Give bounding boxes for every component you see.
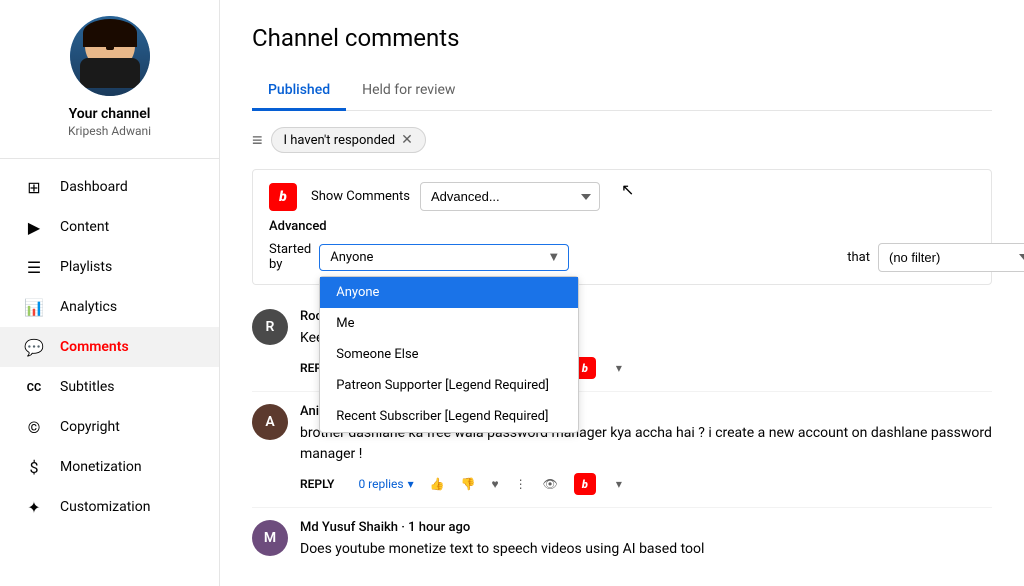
started-by-dropdown-trigger[interactable]: Anyone ▼	[319, 244, 569, 271]
analytics-icon: 📊	[24, 297, 44, 317]
comment-meta: Md Yusuf Shaikh · 1 hour ago	[300, 520, 992, 535]
started-by-label: Started by	[269, 242, 311, 272]
dropdown-option-someone-else[interactable]: Someone Else	[320, 339, 578, 370]
dropdown-section: b Show Comments Advanced... All comments…	[252, 169, 992, 285]
dropdown-chevron-icon: ▼	[547, 249, 560, 265]
sidebar-item-content[interactable]: ▶ Content	[0, 207, 219, 247]
sidebar-item-subtitles[interactable]: CC Subtitles	[0, 367, 219, 407]
tab-published[interactable]: Published	[252, 72, 346, 111]
sidebar: Your channel Kripesh Adwani ⊞ Dashboard …	[0, 0, 220, 586]
monetization-icon: $	[24, 457, 44, 477]
chevron-icon: ▾	[616, 477, 622, 491]
dropdown-option-anyone[interactable]: Anyone	[320, 277, 578, 308]
sidebar-item-customization[interactable]: ✦ Customization	[0, 487, 219, 527]
dropdown-selected-value: Anyone	[330, 250, 373, 265]
dropdown-option-me[interactable]: Me	[320, 308, 578, 339]
copyright-icon: ©	[24, 417, 44, 437]
show-comments-select[interactable]: Advanced... All comments	[420, 182, 600, 211]
avatar: M	[252, 520, 288, 556]
b-action-icon[interactable]: b	[574, 473, 596, 495]
sidebar-label-content: Content	[60, 219, 109, 235]
show-comments-row: b Show Comments Advanced... All comments	[269, 182, 975, 211]
reply-button[interactable]: REPLY	[300, 477, 334, 491]
show-comments-label: Show Comments	[311, 189, 410, 204]
filter1-label: that	[847, 250, 870, 265]
sidebar-label-subtitles: Subtitles	[60, 379, 115, 395]
avatar	[70, 16, 150, 96]
filters-row: ≡ I haven't responded ✕	[252, 127, 992, 153]
sidebar-label-comments: Comments	[60, 339, 129, 355]
replies-count[interactable]: 0 replies ▾	[358, 477, 413, 491]
sidebar-label-monetization: Monetization	[60, 459, 142, 475]
customization-icon: ✦	[24, 497, 44, 517]
avatar: R	[252, 309, 288, 345]
comments-icon: 💬	[24, 337, 44, 357]
sidebar-item-monetization[interactable]: $ Monetization	[0, 447, 219, 487]
sidebar-item-copyright[interactable]: © Copyright	[0, 407, 219, 447]
filter1-select[interactable]: (no filter)	[878, 243, 1024, 272]
dropdown-option-recent-sub[interactable]: Recent Subscriber [Legend Required]	[320, 401, 578, 432]
dashboard-icon: ⊞	[24, 177, 44, 197]
tab-held[interactable]: Held for review	[346, 72, 471, 111]
chevron-icon: ▾	[616, 361, 622, 375]
sidebar-label-playlists: Playlists	[60, 259, 112, 275]
sidebar-item-comments[interactable]: 💬 Comments	[0, 327, 219, 367]
playlists-icon: ☰	[24, 257, 44, 277]
sidebar-label-dashboard: Dashboard	[60, 179, 128, 195]
sidebar-item-dashboard[interactable]: ⊞ Dashboard	[0, 167, 219, 207]
sidebar-label-analytics: Analytics	[60, 299, 117, 315]
content-icon: ▶	[24, 217, 44, 237]
channel-subtitle: Kripesh Adwani	[68, 124, 151, 138]
b-logo: b	[269, 183, 297, 211]
sidebar-label-copyright: Copyright	[60, 419, 120, 435]
sidebar-item-analytics[interactable]: 📊 Analytics	[0, 287, 219, 327]
filter-chip-label: I haven't responded	[284, 133, 396, 148]
app-layout: Your channel Kripesh Adwani ⊞ Dashboard …	[0, 0, 1024, 586]
advanced-label: Advanced	[269, 219, 975, 234]
started-by-dropdown-container: Anyone ▼ Anyone Me Someone Else Patreon …	[319, 244, 569, 271]
dropdown-option-patreon[interactable]: Patreon Supporter [Legend Required]	[320, 370, 578, 401]
filter-chip[interactable]: I haven't responded ✕	[271, 127, 426, 153]
tabs-bar: Published Held for review	[252, 72, 992, 111]
filter-chip-close-icon[interactable]: ✕	[401, 132, 413, 148]
comment-actions: REPLY 0 replies ▾ 👍 👎 ♥ ⋮ 👁 b ▾	[300, 473, 992, 495]
started-by-dropdown-popup: Anyone Me Someone Else Patreon Supporter…	[319, 276, 579, 433]
heart-button[interactable]: ♥	[492, 477, 499, 491]
subtitles-icon: CC	[24, 377, 44, 397]
sidebar-label-customization: Customization	[60, 499, 150, 515]
channel-info: Your channel Kripesh Adwani	[0, 16, 219, 159]
avatar: A	[252, 404, 288, 440]
chevron-down-icon: ▾	[408, 477, 414, 491]
sidebar-item-playlists[interactable]: ☰ Playlists	[0, 247, 219, 287]
comment-text: Does youtube monetize text to speech vid…	[300, 539, 992, 560]
main-content: Channel comments Published Held for revi…	[220, 0, 1024, 586]
comment-time: · 1 hour ago	[401, 520, 470, 535]
channel-name: Your channel	[69, 106, 151, 122]
table-row: M Md Yusuf Shaikh · 1 hour ago Does yout…	[252, 508, 992, 562]
more-button[interactable]: ⋮	[515, 477, 527, 491]
hide-button[interactable]: 👁	[543, 477, 558, 491]
comment-author: Md Yusuf Shaikh	[300, 520, 398, 535]
page-title: Channel comments	[252, 24, 992, 52]
started-by-row: Started by Anyone ▼ Anyone Me Someone El…	[269, 242, 975, 272]
like-button[interactable]: 👍	[430, 477, 445, 491]
filter-icon[interactable]: ≡	[252, 130, 263, 151]
comment-body: Md Yusuf Shaikh · 1 hour ago Does youtub…	[300, 520, 992, 562]
dislike-button[interactable]: 👎	[461, 477, 476, 491]
sidebar-nav: ⊞ Dashboard ▶ Content ☰ Playlists 📊 Anal…	[0, 159, 219, 535]
